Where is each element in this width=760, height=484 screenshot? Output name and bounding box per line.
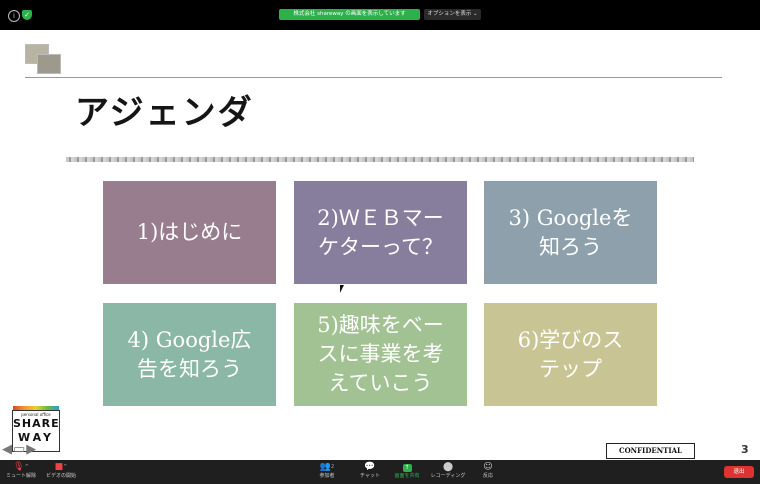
agenda-card-label: 6)学びのス テップ xyxy=(517,327,624,381)
decorative-photo xyxy=(37,54,61,74)
agenda-card-3: 3) Googleを 知ろう xyxy=(484,181,657,284)
zoom-bottom-toolbar: 🎙^ ミュート解除 ■^ ビデオの開始 👥2 参加者 💬 チャット ↑ 画面を共… xyxy=(0,460,760,484)
agenda-card-5: 5)趣味をベー スに事業を考 えていこう xyxy=(294,303,467,406)
video-off-icon: ■^ xyxy=(54,462,68,472)
shared-slide: アジェンダ 1)はじめに 2)ＷＥＢマー ケターって？ 3) Googleを 知… xyxy=(0,30,760,460)
view-options-button[interactable]: オプションを表示 ⌄ xyxy=(424,9,481,20)
participants-label: 参加者 xyxy=(319,473,335,479)
divider xyxy=(25,77,722,78)
chat-button[interactable]: 💬 チャット xyxy=(356,462,384,480)
unmute-button[interactable]: 🎙^ ミュート解除 xyxy=(4,462,38,480)
slide-title: アジェンダ xyxy=(75,93,254,133)
logo-line-1: SHARE xyxy=(13,417,60,430)
prev-arrow-icon[interactable]: ◀ xyxy=(2,442,13,457)
share-screen-button[interactable]: ↑ 画面を共有 xyxy=(392,462,422,480)
start-video-button[interactable]: ■^ ビデオの開始 xyxy=(44,462,78,480)
page-number: 3 xyxy=(741,443,749,456)
reaction-button[interactable]: ☺ 反応 xyxy=(476,462,500,480)
agenda-card-4: 4) Google広 告を知ろう xyxy=(103,303,276,406)
agenda-card-label: 4) Google広 告を知ろう xyxy=(127,327,252,381)
chat-icon: 💬 xyxy=(364,462,376,472)
participants-button[interactable]: 👥2 参加者 xyxy=(312,462,342,480)
participants-count: 2 xyxy=(331,464,335,470)
screen-share-banner: 株式会社 shareway の画面を表示しています xyxy=(279,9,420,20)
participants-icon: 👥2 xyxy=(319,462,335,472)
unmute-label: ミュート解除 xyxy=(5,473,36,479)
slide-nav-controls[interactable]: ◀▭▶ xyxy=(2,442,37,457)
share-screen-label: 画面を共有 xyxy=(394,473,420,479)
record-label: レコーディング xyxy=(430,473,466,479)
record-button[interactable]: ⬤ レコーディング xyxy=(429,462,467,480)
reaction-label: 反応 xyxy=(482,473,493,479)
reaction-icon: ☺ xyxy=(483,462,493,472)
record-icon: ⬤ xyxy=(442,462,454,472)
agenda-card-2: 2)ＷＥＢマー ケターって？ xyxy=(294,181,467,284)
agenda-card-6: 6)学びのス テップ xyxy=(484,303,657,406)
confidential-label: CONFIDENTIAL xyxy=(606,443,695,459)
muted-mic-icon: 🎙^ xyxy=(13,462,29,472)
chat-label: チャット xyxy=(360,473,380,479)
shield-icon[interactable]: ✓ xyxy=(22,10,32,20)
next-arrow-icon[interactable]: ▶ xyxy=(26,442,37,457)
agenda-card-label: 1)はじめに xyxy=(136,220,243,244)
brush-divider xyxy=(66,157,694,162)
agenda-card-label: 5)趣味をベー スに事業を考 えていこう xyxy=(317,313,444,395)
leave-button[interactable]: 退出 xyxy=(724,466,754,478)
zoom-top-bar: i ✓ 株式会社 shareway の画面を表示しています オプションを表示 ⌄ xyxy=(0,0,760,30)
mouse-cursor-icon xyxy=(340,285,344,293)
start-video-label: ビデオの開始 xyxy=(45,473,76,479)
slide-menu-icon[interactable]: ▭ xyxy=(13,442,26,457)
agenda-card-1: 1)はじめに xyxy=(103,181,276,284)
agenda-card-label: 3) Googleを 知ろう xyxy=(508,205,633,259)
agenda-card-label: 2)ＷＥＢマー ケターって？ xyxy=(317,205,444,259)
info-icon[interactable]: i xyxy=(8,10,20,22)
share-screen-icon: ↑ xyxy=(402,464,412,472)
